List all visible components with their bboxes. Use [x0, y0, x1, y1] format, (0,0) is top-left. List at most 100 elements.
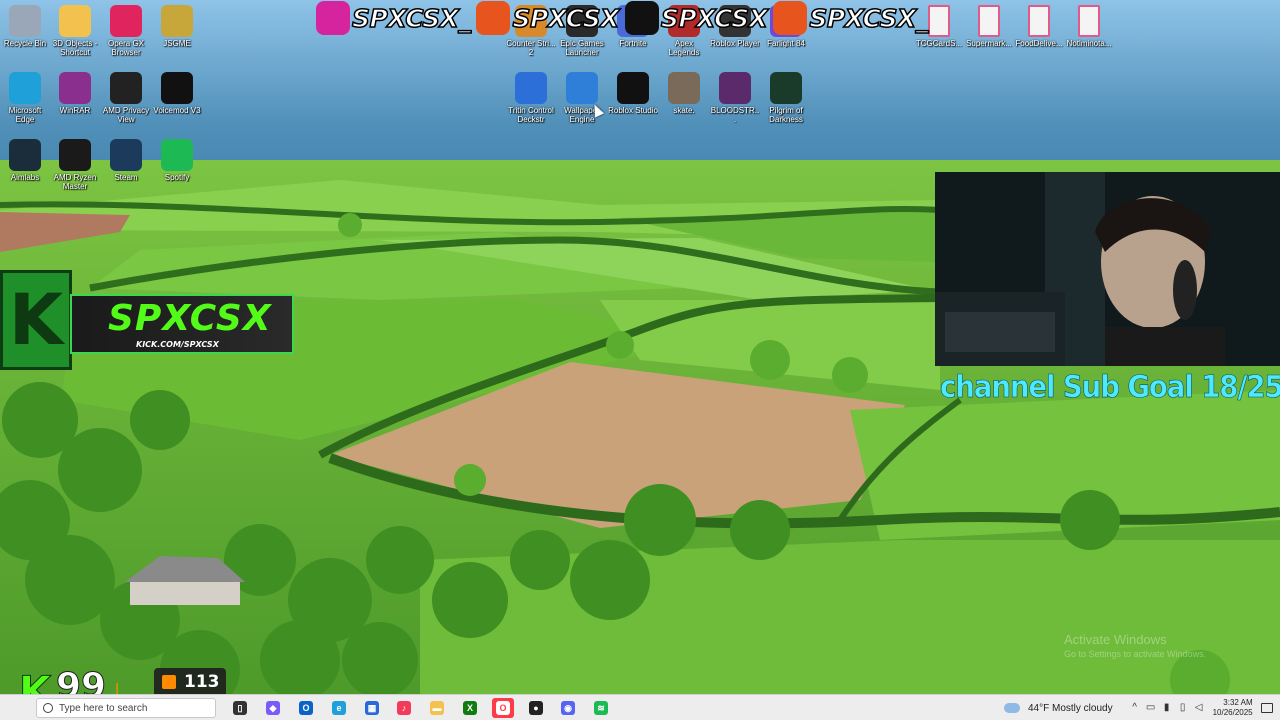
- kick-channel-name: SPXCSX: [108, 298, 272, 339]
- banner-item: SPXCSX: [476, 1, 620, 35]
- desktop-icon[interactable]: JSGME: [152, 5, 202, 48]
- taskbar-app[interactable]: ●: [525, 698, 547, 718]
- amd-privacy-icon: [110, 72, 142, 104]
- desktop-icon[interactable]: Supermark...: [964, 5, 1014, 48]
- desktop-icon-label: Steam: [114, 173, 138, 182]
- store-icon: ▦: [365, 701, 379, 715]
- desktop-icon-label: AMD Ryzen Master: [53, 173, 97, 191]
- desktop-icon-label: Farlight 84: [767, 39, 805, 48]
- taskbar-app[interactable]: ≋: [590, 698, 612, 718]
- cloud-icon: [1004, 703, 1020, 713]
- file-explorer-icon: ▬: [430, 701, 444, 715]
- desktop-icon-label: Roblox Player: [710, 39, 760, 48]
- desktop-icon-label: FoodDelive...: [1015, 39, 1063, 48]
- desktop-icon-label: Epic Games Launcher: [560, 39, 604, 57]
- system-tray: 44°F Mostly cloudy ^ ▭ ▮ ▯ ◁ 3:32 AM 10/…: [1004, 695, 1273, 720]
- taskbar-app[interactable]: ♪: [393, 698, 415, 718]
- copilot-icon: ◆: [266, 701, 280, 715]
- desktop-icon-label: AMD Privacy View: [102, 106, 150, 124]
- taskbar-app[interactable]: O: [492, 698, 514, 718]
- person-icon: [162, 675, 176, 689]
- speaker-icon[interactable]: ◁: [1194, 703, 1204, 713]
- desktop-icon[interactable]: Voicemod V3: [152, 72, 202, 115]
- jsgme-icon: [161, 5, 193, 37]
- aimlabs-icon: [9, 139, 41, 171]
- xbox-icon: X: [463, 701, 477, 715]
- kick-name-panel: SPXCSX KICK.COM/SPXCSX: [70, 294, 294, 354]
- desktop-icon[interactable]: Pilgrim of Darkness: [761, 72, 811, 124]
- taskbar-app[interactable]: ▯: [229, 698, 251, 718]
- desktop-icon-label: 3D Objects - Shortcut: [52, 39, 98, 57]
- taskbar-app[interactable]: ◆: [262, 698, 284, 718]
- desktop-icon-label: TCGCardS...: [915, 39, 963, 48]
- winrar-icon: [59, 72, 91, 104]
- taskbar-app[interactable]: ▬: [426, 698, 448, 718]
- instagram-icon: [316, 1, 350, 35]
- desktop-icon[interactable]: Wallpaper Engine: [557, 72, 607, 124]
- desktop-icon[interactable]: Steam: [101, 139, 151, 182]
- skate-icon: [668, 72, 700, 104]
- desktop-icon[interactable]: BLOODSTR...: [710, 72, 760, 124]
- recycle-bin-icon: [9, 5, 41, 37]
- taskbar-app[interactable]: ◉: [557, 698, 579, 718]
- search-placeholder: Type here to search: [59, 702, 148, 714]
- desktop-icon-label: Fortnite: [619, 39, 647, 48]
- desktop-icon[interactable]: Roblox Studio: [608, 72, 658, 115]
- desktop-icon[interactable]: Recycle Bin: [0, 5, 50, 48]
- desktop-icon[interactable]: Microsoft Edge: [0, 72, 50, 124]
- kick-channel-overlay: K SPXCSX KICK.COM/SPXCSX: [0, 268, 296, 372]
- watermark-title: Activate Windows: [1064, 632, 1167, 647]
- banner-item: SPXCSX_: [773, 1, 929, 35]
- sub-goal-text: channel Sub Goal 18/25: [940, 370, 1280, 406]
- desktop-icon-label: Roblox Studio: [608, 106, 658, 115]
- spotify-icon: [161, 139, 193, 171]
- notification-icon[interactable]: [1260, 703, 1273, 713]
- task-view-icon: ▯: [233, 701, 247, 715]
- clock-time: 3:32 AM: [1223, 698, 1253, 707]
- desktop-icon[interactable]: Spotify: [152, 139, 202, 182]
- desktop-icon-label: BLOODSTR...: [710, 106, 760, 124]
- banner-handle: SPXCSX: [512, 3, 620, 34]
- desktop-icon[interactable]: 3D Objects - Shortcut: [50, 5, 100, 57]
- tiktok-icon: [624, 1, 659, 35]
- desktop-icon[interactable]: Tritin Control Deckstr: [506, 72, 556, 124]
- taskbar-app[interactable]: e: [328, 698, 350, 718]
- search-icon: [43, 703, 53, 713]
- taskbar-app[interactable]: ▦: [361, 698, 383, 718]
- taskbar-app[interactable]: O: [295, 698, 317, 718]
- desktop-icon[interactable]: skate.: [659, 72, 709, 115]
- desktop-icon[interactable]: Notlminota...: [1064, 5, 1114, 48]
- roblox-studio-icon: [617, 72, 649, 104]
- banner-item: SPXCSX: [624, 1, 769, 35]
- desktop-icon-label: JSGME: [163, 39, 191, 48]
- voicemod-icon: [161, 72, 193, 104]
- desktop-icon[interactable]: FoodDelive...: [1014, 5, 1064, 48]
- banner-handle: SPXCSX_: [351, 3, 471, 34]
- weather-widget[interactable]: 44°F Mostly cloudy: [1004, 703, 1113, 714]
- network-icon[interactable]: ▯: [1178, 703, 1188, 713]
- desktop-icon[interactable]: Opera GX Browser: [101, 5, 151, 57]
- wallpaper-engine-icon: [566, 72, 598, 104]
- desktop-icon[interactable]: Aimlabs: [0, 139, 50, 182]
- taskbar-clock[interactable]: 3:32 AM 10/26/2025: [1213, 698, 1253, 718]
- obs-icon: ●: [529, 701, 543, 715]
- microphone-icon[interactable]: ▮: [1162, 703, 1172, 713]
- desktop-icon-label: Apex Legends: [668, 39, 700, 57]
- desktop-icon-label: skate.: [673, 106, 695, 115]
- opera-gx-icon: [110, 5, 142, 37]
- desktop-icon-label: Recycle Bin: [3, 39, 47, 48]
- taskbar-app[interactable]: X: [459, 698, 481, 718]
- stat-value: 113: [184, 672, 220, 692]
- desktop-icon-label: Counter Stri... 2: [506, 39, 556, 57]
- chevron-up-icon[interactable]: ^: [1130, 703, 1140, 713]
- bloodstrike-icon: [719, 72, 751, 104]
- kick-channel-url: KICK.COM/SPXCSX: [136, 340, 219, 349]
- desktop-icon[interactable]: WinRAR: [50, 72, 100, 115]
- taskbar-search-input[interactable]: Type here to search: [36, 698, 216, 718]
- kick-icon: [476, 1, 511, 35]
- banner-handle: SPXCSX_: [809, 3, 929, 34]
- desktop-icon[interactable]: AMD Ryzen Master: [50, 139, 100, 191]
- display-icon[interactable]: ▭: [1146, 703, 1156, 713]
- edge-icon: e: [332, 701, 346, 715]
- desktop-icon[interactable]: AMD Privacy View: [101, 72, 151, 124]
